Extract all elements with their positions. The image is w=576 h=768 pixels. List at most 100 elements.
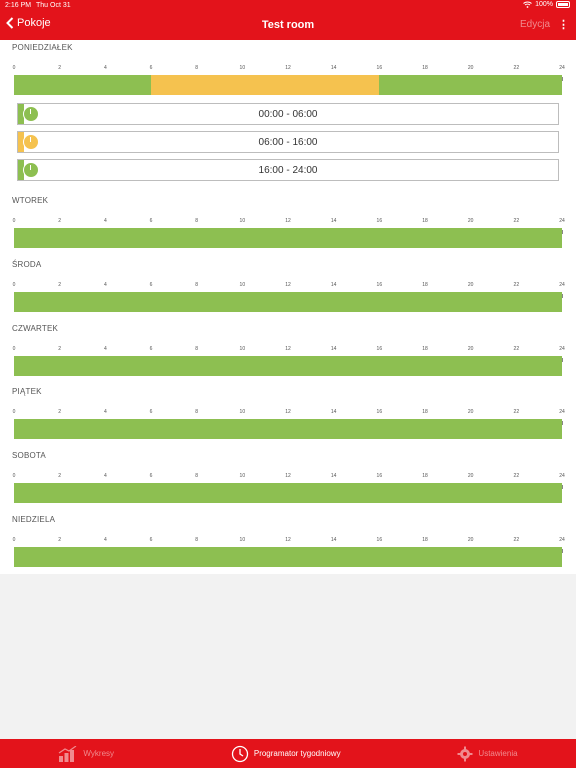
axis-tick-label: 14 — [330, 409, 337, 415]
tab-settings[interactable]: Ustawienia — [457, 746, 518, 762]
axis-tick-label: 22 — [513, 65, 520, 71]
axis-tick-label: 22 — [513, 409, 520, 415]
schedule-segment[interactable] — [14, 292, 562, 312]
axis-tick-label: 12 — [285, 346, 291, 352]
axis-tick-label: 2 — [58, 346, 62, 352]
axis-tick-label: 2 — [58, 65, 62, 71]
axis-tick-label: 6 — [149, 409, 153, 415]
day-label: SOBOTA — [12, 451, 46, 460]
axis-tick-label: 18 — [422, 537, 428, 543]
axis-tick-label: 6 — [149, 218, 153, 224]
axis-tick-label: 20 — [467, 473, 474, 479]
tab-weekly-programmer[interactable]: Programator tygodniowy — [231, 745, 341, 763]
tab-settings-label: Ustawienia — [478, 749, 518, 758]
schedule-segment[interactable] — [14, 75, 151, 95]
day-label: PIĄTEK — [12, 387, 42, 396]
axis-tick-label: 20 — [467, 282, 474, 288]
axis-tick-label: 12 — [285, 65, 291, 71]
axis-tick-label: 20 — [467, 346, 474, 352]
schedule-segment[interactable] — [151, 75, 380, 95]
schedule-bar[interactable] — [14, 547, 562, 567]
axis-tick-label: 14 — [330, 218, 337, 224]
axis-tick-label: 2 — [58, 409, 62, 415]
axis-tick-label: 4 — [103, 537, 107, 543]
time-slot-row[interactable]: 16:00 - 24:00 — [17, 159, 559, 181]
axis-tick-label: 16 — [376, 282, 383, 288]
axis-tick-label: 16 — [376, 65, 383, 71]
schedule-segment[interactable] — [14, 419, 562, 439]
axis-tick-label: 16 — [376, 537, 383, 543]
bar-chart-icon — [59, 745, 77, 762]
axis-tick-label: 0 — [12, 473, 16, 479]
schedule-content: PONIEDZIAŁEK 0 2 4 6 8 10 12 14 16 18 20 22 24 WTOREK 0… — [0, 40, 576, 574]
axis-tick — [562, 230, 563, 234]
axis-tick-label: 10 — [239, 537, 246, 543]
axis-tick-label: 20 — [467, 65, 474, 71]
battery-percent: 100% — [535, 1, 553, 8]
axis-tick-label: 8 — [195, 346, 199, 352]
axis-tick-label: 0 — [12, 537, 16, 543]
axis-tick-label: 24 — [559, 346, 565, 352]
axis-tick-label: 0 — [12, 218, 16, 224]
axis-tick — [562, 358, 563, 362]
axis-tick-label: 12 — [285, 218, 291, 224]
axis-tick-label: 6 — [149, 346, 153, 352]
axis-tick-label: 18 — [422, 473, 428, 479]
schedule-bar[interactable] — [14, 483, 562, 503]
battery-icon — [556, 1, 570, 8]
top-bar: 2:16 PM Thu Oct 31 100% Pokoje Test room… — [0, 0, 576, 40]
more-options-icon[interactable]: ⋮ — [558, 18, 569, 31]
axis-tick-label: 18 — [422, 218, 428, 224]
schedule-segment[interactable] — [379, 75, 562, 95]
axis-tick-label: 10 — [239, 473, 246, 479]
axis-tick-label: 8 — [195, 218, 199, 224]
schedule-segment[interactable] — [14, 356, 562, 376]
schedule-segment[interactable] — [14, 228, 562, 248]
axis-tick-label: 20 — [467, 409, 474, 415]
axis-tick-label: 12 — [285, 473, 291, 479]
schedule-bar[interactable] — [14, 292, 562, 312]
schedule-bar[interactable] — [14, 356, 562, 376]
axis-tick-label: 16 — [376, 346, 383, 352]
schedule-segment[interactable] — [14, 547, 562, 567]
status-right: 100% — [523, 1, 570, 8]
axis-tick-label: 6 — [149, 282, 153, 288]
axis-tick-label: 14 — [330, 473, 337, 479]
time-slot-row[interactable]: 06:00 - 16:00 — [17, 131, 559, 153]
axis-tick — [562, 294, 563, 298]
axis-tick-label: 24 — [559, 409, 565, 415]
axis-tick-label: 6 — [149, 537, 153, 543]
axis-tick-label: 4 — [103, 346, 107, 352]
axis-tick — [562, 485, 563, 489]
time-slot-row[interactable]: 00:00 - 06:00 — [17, 103, 559, 125]
axis-tick-label: 22 — [513, 473, 520, 479]
axis-tick-label: 2 — [58, 218, 62, 224]
axis-tick — [562, 77, 563, 81]
wifi-icon — [523, 1, 532, 8]
tab-charts[interactable]: Wykresy — [58, 745, 114, 762]
day-label: NIEDZIELA — [12, 515, 56, 524]
axis-tick-label: 6 — [149, 65, 153, 71]
axis-tick-label: 18 — [422, 282, 428, 288]
edit-button[interactable]: Edycja — [520, 19, 550, 30]
axis-tick-label: 4 — [103, 282, 107, 288]
axis-tick-label: 4 — [103, 409, 107, 415]
axis-tick-label: 16 — [376, 218, 383, 224]
axis-tick-label: 10 — [239, 346, 246, 352]
axis-tick-label: 8 — [195, 473, 199, 479]
status-date: Thu Oct 31 — [36, 2, 71, 9]
axis-tick-label: 22 — [513, 537, 520, 543]
axis-tick-label: 14 — [330, 282, 337, 288]
schedule-bar[interactable] — [14, 228, 562, 248]
schedule-segment[interactable] — [14, 483, 562, 503]
axis-tick-label: 14 — [330, 537, 337, 543]
axis-tick-label: 22 — [513, 218, 520, 224]
schedule-bar[interactable] — [14, 75, 562, 95]
day-label: PONIEDZIAŁEK — [12, 43, 73, 52]
axis-tick-label: 0 — [12, 65, 16, 71]
status-time: 2:16 PM — [5, 2, 32, 9]
axis-tick-label: 24 — [559, 537, 565, 543]
schedule-bar[interactable] — [14, 419, 562, 439]
slot-time-range: 16:00 - 24:00 — [258, 165, 318, 176]
day-label: CZWARTEK — [12, 324, 59, 333]
